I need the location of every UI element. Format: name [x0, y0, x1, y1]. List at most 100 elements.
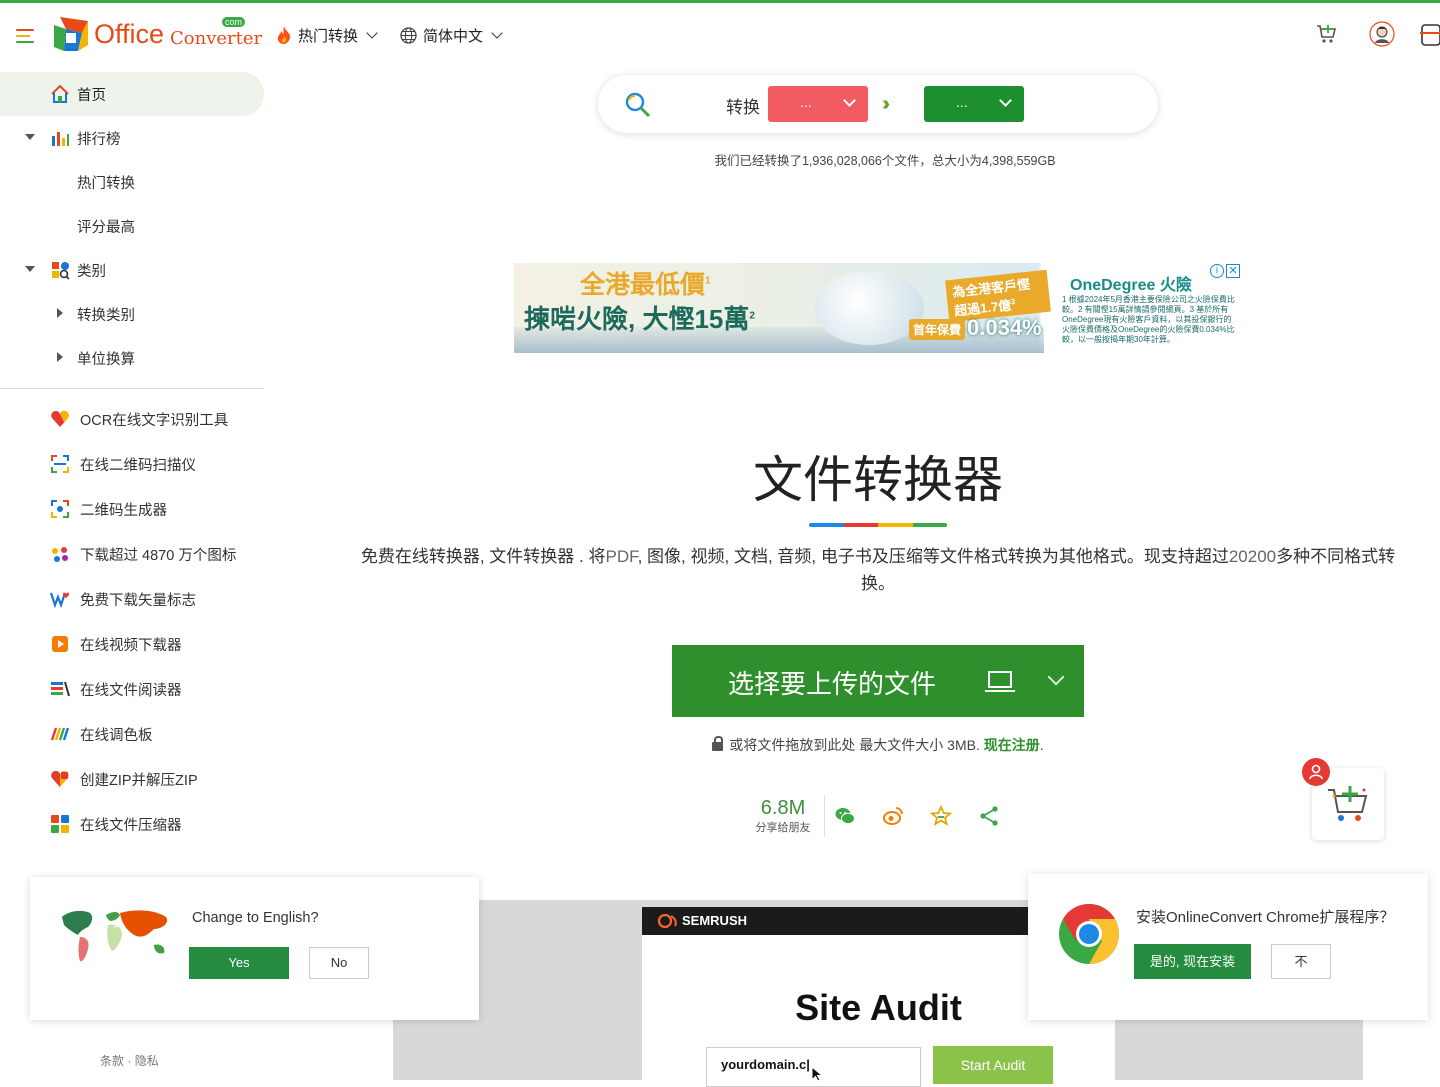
sidebar-tool-ocr[interactable]: OCR在线文字识别工具	[0, 397, 264, 442]
conversion-search-bar: 转换 ... ››› ...	[598, 75, 1158, 133]
sidebar-item-conversion-categories[interactable]: 转换类别	[0, 292, 264, 336]
weibo-icon[interactable]	[882, 805, 904, 827]
person-icon	[1309, 764, 1323, 780]
sidebar-divider	[0, 388, 264, 389]
sidebar-item-unit-conversion[interactable]: 单位换算	[0, 336, 264, 380]
terms-link[interactable]: 条款	[100, 1054, 124, 1068]
semrush-start-button[interactable]: Start Audit	[933, 1046, 1053, 1084]
bar-chart-icon	[52, 132, 69, 146]
vector-logo-icon	[50, 592, 69, 609]
wechat-icon[interactable]	[834, 805, 856, 827]
compressor-icon	[51, 815, 69, 833]
to-format-select[interactable]: ...	[924, 86, 1024, 122]
caret-down-icon[interactable]	[25, 134, 35, 140]
sidebar-item-categories[interactable]: 类别	[0, 248, 264, 292]
tool-label: 在线文件压缩器	[80, 818, 182, 834]
drop-hint: 或将文件拖放到此处 最大文件大小 3MB. 现在注册.	[600, 735, 1156, 755]
site-logo[interactable]: Office Converter com	[50, 15, 262, 55]
favorite-star-icon[interactable]	[930, 805, 952, 827]
semrush-logo: SEMRUSH	[656, 913, 747, 928]
from-format-value: ...	[800, 94, 812, 110]
sidebar-tool-video-download[interactable]: 在线视频下载器	[0, 622, 264, 667]
sidebar-item-label: 评分最高	[77, 219, 135, 236]
privacy-link[interactable]: 隐私	[135, 1054, 159, 1068]
sidebar-tool-icons[interactable]: 下载超过 4870 万个图标	[0, 532, 264, 577]
apps-icon[interactable]	[1420, 23, 1440, 47]
semrush-flame-icon	[657, 913, 677, 928]
caret-down-icon[interactable]	[25, 266, 35, 272]
sidebar-tool-qr-generate[interactable]: 二维码生成器	[0, 487, 264, 532]
upload-file-button[interactable]: 选择要上传的文件	[672, 645, 1084, 717]
home-icon	[51, 84, 69, 103]
chevron-down-icon	[843, 94, 856, 107]
menu-icon[interactable]	[16, 29, 34, 43]
sidebar-item-rankings[interactable]: 排行榜	[0, 116, 264, 160]
change-language-yes-button[interactable]: Yes	[189, 947, 289, 979]
share-bar: 6.8M 分享给朋友	[750, 795, 1010, 837]
chevron-down-icon[interactable]	[1047, 668, 1065, 686]
ad-close-icon[interactable]: ✕	[1226, 264, 1240, 278]
sidebar-tool-zip[interactable]: 创建ZIP并解压ZIP	[0, 757, 264, 802]
sidebar-tool-file-reader[interactable]: 在线文件阅读器	[0, 667, 264, 712]
chrome-icon	[1059, 904, 1120, 964]
tool-label: OCR在线文字识别工具	[80, 413, 229, 429]
sidebar-tool-qr-scan[interactable]: 在线二维码扫描仪	[0, 442, 264, 487]
sidebar-item-hot[interactable]: 热门转换	[0, 160, 264, 204]
cart-icon	[1328, 786, 1368, 821]
ad-headline: 全港最低價1	[580, 271, 711, 299]
language-switch-popup: Change to English? Yes No	[30, 877, 479, 1020]
palette-icon	[50, 727, 70, 741]
ad-fine-print: 1 根據2024年5月香港主要保險公司之火險保費比較。2 有關慳15萬詳情請參閱…	[1062, 295, 1235, 344]
sidebar-tool-palette[interactable]: 在线调色板	[0, 712, 264, 757]
page-title: 文件转换器	[753, 451, 1003, 509]
dots-icon	[52, 547, 68, 562]
hot-conversions-menu[interactable]: 热门转换	[276, 23, 378, 47]
sidebar-item-label: 热门转换	[77, 175, 135, 192]
ad-subheadline: 揀啱火險, 大慳15萬2	[524, 304, 755, 334]
globe-icon	[400, 26, 417, 44]
tool-label: 在线调色板	[80, 728, 153, 744]
zip-icon	[51, 771, 69, 787]
install-extension-button[interactable]: 是的, 现在安装	[1134, 944, 1251, 979]
logo-converter-text: Converter	[170, 28, 263, 49]
ad-badge-rate: 0.034%	[967, 315, 1042, 340]
change-language-no-button[interactable]: No	[309, 947, 369, 979]
sidebar: 首页 排行榜 热门转换 评分最高 类别 转换类别 单位换算 OCR在线文字识别工…	[0, 72, 264, 847]
search-icon[interactable]	[624, 91, 652, 119]
page-description: 免费在线转换器, 文件转换器 . 将PDF, 图像, 视频, 文档, 音频, 电…	[360, 547, 1396, 593]
caret-right-icon[interactable]	[57, 352, 63, 362]
tool-label: 在线视频下载器	[80, 638, 182, 654]
arrows-icon: ›››	[882, 93, 888, 115]
world-map-icon	[62, 910, 168, 962]
upload-label: 选择要上传的文件	[728, 669, 937, 699]
chrome-extension-question: 安装OnlineConvert Chrome扩展程序？	[1136, 909, 1395, 926]
chrome-extension-popup: 安装OnlineConvert Chrome扩展程序？ 是的, 现在安装 不	[1028, 874, 1428, 1020]
share-divider	[824, 795, 825, 837]
piggy-bank-image	[814, 271, 924, 345]
sidebar-item-top-rated[interactable]: 评分最高	[0, 204, 264, 248]
from-format-select[interactable]: ...	[768, 86, 868, 122]
user-badge-icon[interactable]	[1302, 758, 1330, 786]
ad-banner[interactable]: 全港最低價1 揀啱火險, 大慳15萬2 為全港客戶慳超過1.7億3 首年保費 0…	[514, 263, 1242, 353]
chevron-down-icon	[999, 94, 1012, 107]
user-avatar-icon[interactable]	[1369, 21, 1395, 47]
decline-extension-button[interactable]: 不	[1271, 944, 1331, 979]
laptop-icon	[985, 671, 1015, 692]
caret-right-icon[interactable]	[57, 308, 63, 318]
sidebar-tool-vector-logos[interactable]: 免费下载矢量标志	[0, 577, 264, 622]
signup-link[interactable]: 现在注册	[984, 737, 1040, 753]
ad-info-icon[interactable]: i	[1210, 264, 1224, 278]
tool-label: 创建ZIP并解压ZIP	[80, 773, 198, 789]
share-icon[interactable]	[978, 805, 1000, 827]
sidebar-item-home[interactable]: 首页	[0, 72, 264, 116]
tool-label: 二维码生成器	[80, 503, 167, 519]
sidebar-item-label: 类别	[77, 263, 106, 280]
chevron-down-icon	[491, 27, 503, 39]
language-menu[interactable]: 简体中文	[400, 23, 503, 47]
sidebar-tool-compressor[interactable]: 在线文件压缩器	[0, 802, 264, 847]
footer-separator: ·	[127, 1054, 132, 1068]
sidebar-item-label: 首页	[77, 87, 106, 104]
to-format-value: ...	[956, 94, 968, 110]
cart-icon[interactable]	[1316, 23, 1338, 45]
video-download-icon	[52, 636, 68, 652]
